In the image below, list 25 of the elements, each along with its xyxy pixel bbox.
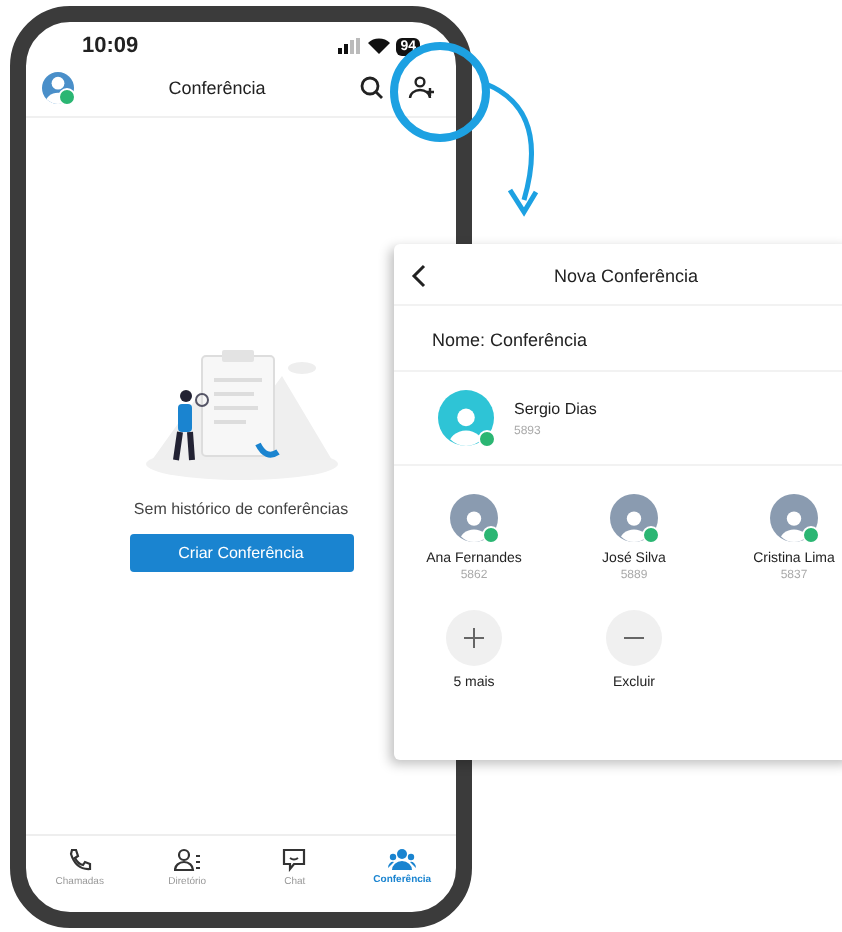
avatar-icon[interactable] xyxy=(42,72,74,104)
pointer-arrow xyxy=(484,81,539,217)
conference-name-field[interactable]: Nome: Conferência xyxy=(432,330,588,350)
avatar-icon xyxy=(450,494,498,542)
wifi-icon xyxy=(368,38,391,54)
empty-state-message: Sem histórico de conferências xyxy=(133,500,349,518)
phone-icon xyxy=(67,848,92,872)
add-button[interactable] xyxy=(446,610,502,666)
add-people-icon[interactable] xyxy=(408,76,436,100)
panel-title: Nova Conferência xyxy=(551,266,701,286)
status-time: 10:09 xyxy=(82,34,139,58)
group-icon xyxy=(388,848,417,870)
contact-list-icon xyxy=(173,848,202,872)
screen-title: Conferência xyxy=(166,78,268,98)
search-icon[interactable] xyxy=(360,76,384,100)
back-icon[interactable] xyxy=(410,264,426,288)
avatar-icon xyxy=(610,494,658,542)
create-conference-button[interactable]: Criar Conferência xyxy=(129,534,353,572)
avatar-icon xyxy=(770,494,818,542)
avatar-icon xyxy=(438,390,494,446)
plus-icon xyxy=(464,628,484,648)
chat-bubble-icon xyxy=(282,848,307,872)
host-name: Sergio Dias xyxy=(514,399,597,417)
highlight-circle xyxy=(390,42,490,142)
signal-icon xyxy=(338,38,363,54)
